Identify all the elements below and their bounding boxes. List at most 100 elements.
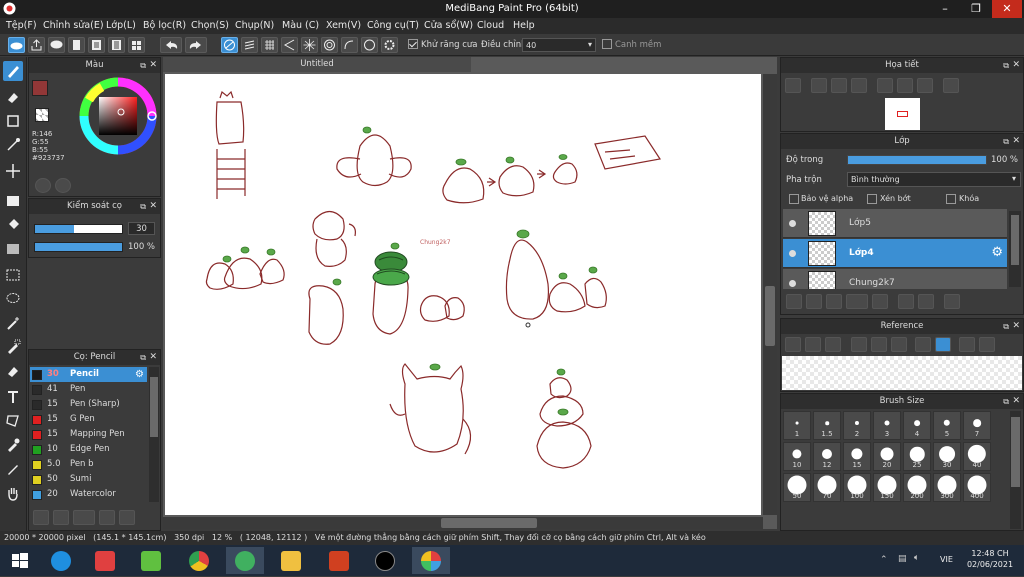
brush-size-option[interactable]: 70	[813, 473, 841, 502]
grid-icon[interactable]	[128, 37, 145, 53]
share-icon[interactable]	[28, 37, 45, 53]
menu-edit[interactable]: Chỉnh sửa(E)	[43, 20, 104, 31]
brush-size-option[interactable]: 1.5	[813, 411, 841, 440]
start-button[interactable]	[0, 547, 40, 574]
vanishing-snap-icon[interactable]	[281, 37, 298, 53]
tray-chevron-icon[interactable]: ⌃	[880, 555, 888, 565]
brush-size-option[interactable]: 1	[783, 411, 811, 440]
new-layer-icon[interactable]	[786, 294, 802, 309]
ellipse-snap-icon[interactable]	[361, 37, 378, 53]
brush-settings-icon[interactable]	[33, 510, 49, 525]
vertical-scrollbar[interactable]	[763, 74, 777, 515]
list-icon[interactable]	[108, 37, 125, 53]
brush-size-option[interactable]: 50	[783, 473, 811, 502]
fit-icon[interactable]	[871, 337, 887, 352]
correction-select[interactable]: 40 ▾	[522, 38, 596, 52]
panel-close-icon[interactable]: ✕	[149, 58, 157, 73]
clock[interactable]: 12:48 CH 02/06/2021	[962, 548, 1018, 570]
move-tool-icon[interactable]	[3, 161, 23, 181]
gradient-tool-icon[interactable]	[3, 239, 23, 259]
menu-window[interactable]: Cửa sổ(W)	[424, 20, 473, 31]
reference-view[interactable]	[782, 356, 1022, 390]
menu-file[interactable]: Tệp(F)	[6, 20, 37, 31]
zoom-in-icon[interactable]	[785, 78, 801, 93]
lock-checkbox[interactable]	[946, 194, 956, 204]
brush-item[interactable]: 15 G Pen	[30, 412, 147, 427]
brush-size-option[interactable]: 30	[933, 442, 961, 471]
no-snap-icon[interactable]	[221, 37, 238, 53]
brush-size-option[interactable]: 25	[903, 442, 931, 471]
snap-checkbox[interactable]	[602, 39, 612, 49]
menu-filter[interactable]: Bộ lọc(R)	[143, 20, 186, 31]
visibility-eye-icon[interactable]	[789, 220, 796, 227]
select-pen-icon[interactable]	[3, 337, 23, 357]
merge-layer-icon[interactable]	[918, 294, 934, 309]
document-tab[interactable]: Untitled	[163, 57, 471, 72]
brush-size-option[interactable]: 40	[963, 442, 991, 471]
pen-tool-icon[interactable]	[3, 459, 23, 479]
hand-icon[interactable]	[935, 337, 951, 352]
comment-icon[interactable]	[48, 37, 65, 53]
fit-icon[interactable]	[831, 78, 847, 93]
color-history-icon[interactable]	[55, 178, 71, 193]
select-tool-icon[interactable]	[3, 265, 23, 285]
brush-size-value[interactable]: 30	[128, 222, 155, 235]
fill-rect-tool-icon[interactable]	[3, 191, 23, 211]
brush-size-scrollbar[interactable]	[1010, 411, 1021, 529]
select-eraser-icon[interactable]	[3, 361, 23, 381]
layer-opacity-slider[interactable]	[847, 155, 987, 165]
undock-icon[interactable]: ⧉	[140, 58, 146, 73]
magic-wand-icon[interactable]	[3, 313, 23, 333]
vertical-scroll-thumb[interactable]	[765, 286, 775, 346]
paint-taskbar-icon[interactable]	[412, 547, 450, 574]
visibility-eye-icon[interactable]	[789, 280, 796, 287]
panel-close-icon[interactable]: ✕	[1012, 58, 1020, 73]
language-indicator[interactable]: VIE	[940, 555, 953, 564]
layer-row[interactable]: Lớp4 ⚙	[783, 239, 1007, 268]
panel-close-icon[interactable]: ✕	[149, 199, 157, 214]
network-icon[interactable]: ▤	[898, 554, 907, 564]
panel-close-icon[interactable]: ✕	[1012, 394, 1020, 409]
menu-view[interactable]: Xem(V)	[326, 20, 361, 31]
close-icon[interactable]: ✕	[992, 0, 1022, 18]
brush-tool-icon[interactable]	[3, 61, 23, 81]
bluestacks-taskbar-icon[interactable]	[132, 547, 170, 574]
curve-snap-icon[interactable]	[341, 37, 358, 53]
hand-tool-icon[interactable]	[3, 483, 23, 503]
brush-size-option[interactable]: 300	[933, 473, 961, 502]
brush-item[interactable]: 15 Mapping Pen	[30, 427, 147, 442]
panel-close-icon[interactable]: ✕	[1012, 134, 1020, 149]
brush-size-slider[interactable]	[34, 224, 123, 234]
brush-size-option[interactable]: 400	[963, 473, 991, 502]
delete-layer-icon[interactable]	[944, 294, 960, 309]
brush-item[interactable]: 20 Watercolor	[30, 487, 147, 502]
brush-size-option[interactable]: 12	[813, 442, 841, 471]
rotate-left-icon[interactable]	[877, 78, 893, 93]
menu-select[interactable]: Chọn(S)	[191, 20, 229, 31]
flip-icon[interactable]	[943, 78, 959, 93]
color-wheel[interactable]	[77, 75, 159, 157]
panel-close-icon[interactable]: ✕	[149, 350, 157, 365]
duplicate-layer-icon[interactable]	[898, 294, 914, 309]
brush-size-option[interactable]: 20	[873, 442, 901, 471]
menu-color[interactable]: Màu (C)	[282, 20, 319, 31]
brush-item[interactable]: 50 Sumi	[30, 472, 147, 487]
brush-folder-icon[interactable]	[119, 510, 135, 525]
undock-icon[interactable]: ⧉	[1003, 319, 1009, 334]
brush-size-option[interactable]: 200	[903, 473, 931, 502]
eyedropper-icon[interactable]	[915, 337, 931, 352]
brush-size-option[interactable]: 10	[783, 442, 811, 471]
undock-icon[interactable]: ⧉	[1003, 134, 1009, 149]
reference-open-icon[interactable]	[805, 337, 821, 352]
brush-size-option[interactable]: 15	[843, 442, 871, 471]
edge-taskbar-icon[interactable]	[42, 547, 80, 574]
lasso-tool-icon[interactable]	[3, 289, 23, 309]
app-grid-taskbar-icon[interactable]	[86, 547, 124, 574]
undo-icon[interactable]	[160, 37, 182, 53]
layer-scrollbar[interactable]	[1009, 211, 1021, 287]
volume-icon[interactable]: 🔈︎	[914, 553, 919, 563]
parallel-snap-icon[interactable]	[241, 37, 258, 53]
brush-item[interactable]: 10 Edge Pen	[30, 442, 147, 457]
eyedropper-icon[interactable]	[3, 435, 23, 455]
menu-snap[interactable]: Chụp(N)	[235, 20, 274, 31]
